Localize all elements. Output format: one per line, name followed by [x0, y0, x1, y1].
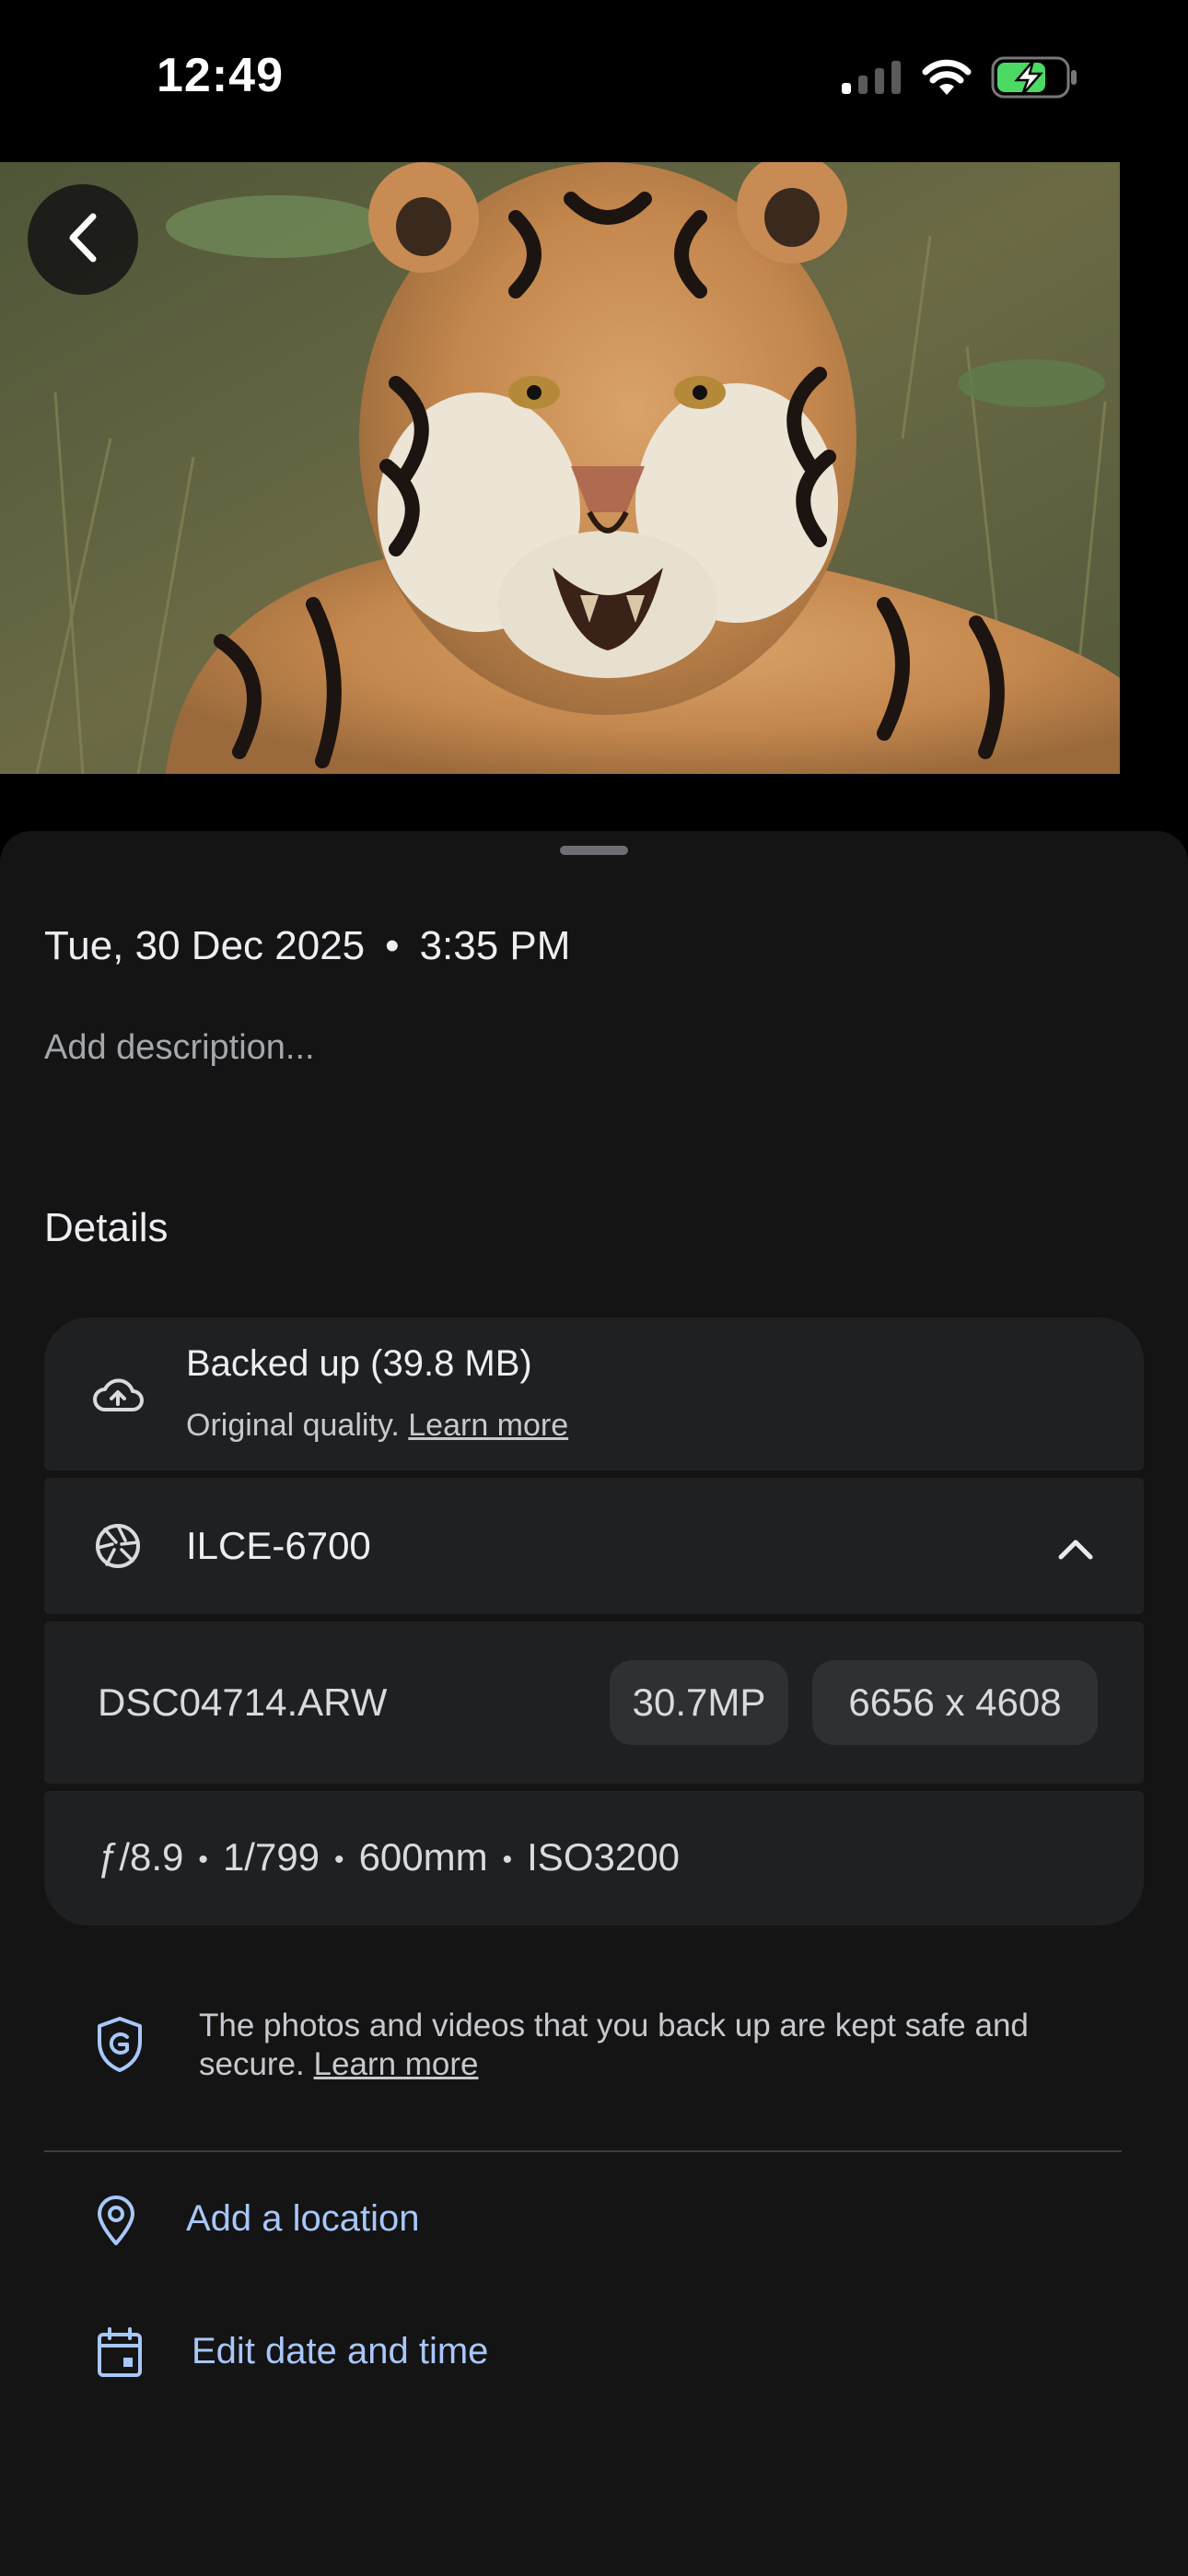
details-heading: Details	[44, 1205, 169, 1250]
backup-learn-more-link[interactable]: Learn more	[408, 1408, 568, 1443]
aperture-value: ƒ/8.9	[98, 1835, 184, 1879]
camera-model: ILCE-6700	[186, 1524, 371, 1567]
megapixels-chip: 30.7MP	[610, 1660, 788, 1745]
exposure-separator: •	[502, 1844, 513, 1875]
chevron-left-icon	[62, 213, 104, 267]
divider	[44, 2150, 1122, 2152]
add-location-button[interactable]: Add a location	[186, 2198, 420, 2240]
backup-card	[44, 1317, 1144, 1470]
shutter-speed-value: 1/799	[222, 1835, 320, 1879]
edit-date-time-button[interactable]: Edit date and time	[192, 2331, 488, 2372]
chevron-up-icon[interactable]	[1057, 1535, 1094, 1565]
cloud-done-icon	[92, 1375, 144, 1418]
security-note: The photos and videos that you back up a…	[199, 2007, 1083, 2084]
back-button[interactable]	[28, 184, 138, 295]
cellular-signal-icon	[840, 59, 903, 100]
file-name: DSC04714.ARW	[98, 1680, 388, 1724]
exposure-settings: ƒ/8.9 • 1/799 • 600mm • ISO3200	[98, 1835, 680, 1879]
tiger-photo[interactable]	[0, 162, 1120, 774]
exposure-separator: •	[198, 1844, 208, 1875]
photo-date: Tue, 30 Dec 2025	[44, 923, 366, 968]
backup-status: Backed up (39.8 MB)	[186, 1343, 532, 1384]
focal-length-value: 600mm	[358, 1835, 488, 1879]
camera-aperture-icon	[94, 1522, 142, 1575]
security-learn-more-link[interactable]: Learn more	[314, 2046, 479, 2082]
date-separator: •	[385, 923, 400, 968]
backup-quality: Original quality. Learn more	[186, 1408, 568, 1444]
exposure-separator: •	[334, 1844, 344, 1875]
photo-time: 3:35 PM	[419, 923, 571, 968]
add-description-field[interactable]: Add description...	[44, 1028, 315, 1068]
date-time: Tue, 30 Dec 2025 • 3:35 PM	[44, 923, 570, 969]
backup-quality-text: Original quality.	[186, 1408, 400, 1443]
iso-value: ISO3200	[527, 1835, 680, 1879]
status-icons	[840, 56, 1079, 103]
location-pin-icon	[96, 2195, 136, 2251]
status-time: 12:49	[157, 49, 284, 102]
shield-icon	[96, 2016, 144, 2078]
sheet-drag-handle[interactable]	[560, 846, 628, 855]
battery-charging-icon	[991, 56, 1079, 103]
dimensions-chip: 6656 x 4608	[812, 1660, 1098, 1745]
wifi-icon	[921, 58, 973, 101]
calendar-icon	[96, 2327, 144, 2383]
